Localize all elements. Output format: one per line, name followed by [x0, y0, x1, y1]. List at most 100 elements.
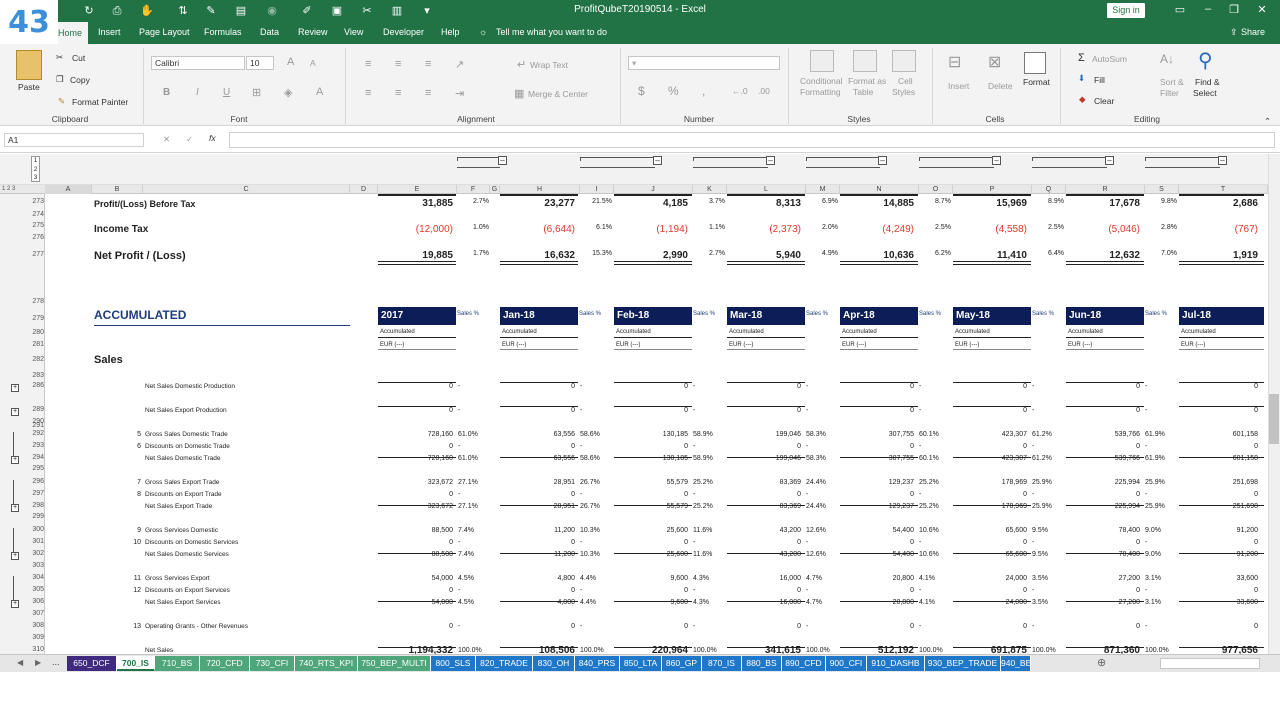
column-header[interactable]: D	[350, 185, 378, 194]
row-number[interactable]: 307	[25, 610, 44, 617]
sheet-tab[interactable]: 650_DCF	[67, 656, 117, 671]
collapse-group-icon[interactable]: –	[992, 156, 1001, 165]
wrap-text-button[interactable]: Wrap Text	[530, 60, 568, 70]
row-number[interactable]: 276	[25, 234, 44, 241]
decrease-decimal-icon[interactable]: .00	[758, 86, 770, 96]
cut-button[interactable]: Cut	[72, 53, 85, 63]
copy-button[interactable]: Copy	[70, 75, 90, 85]
expand-group-icon[interactable]: +	[11, 504, 19, 512]
fill-button[interactable]: Fill	[1094, 75, 1105, 85]
row-number[interactable]: 273	[25, 198, 44, 205]
paste-icon[interactable]	[16, 50, 42, 80]
font-name-select[interactable]: Calibri	[151, 56, 245, 70]
borders-icon[interactable]: ⊞	[252, 86, 261, 99]
prev-sheet-icon[interactable]: ◀	[17, 658, 23, 667]
format-painter-button[interactable]: Format Painter	[72, 97, 128, 107]
column-header[interactable]: R	[1066, 185, 1145, 194]
row-number[interactable]: 292	[25, 430, 44, 437]
column-header[interactable]: I	[580, 185, 614, 194]
insert-function-button[interactable]: fx	[209, 133, 216, 143]
column-header[interactable]: P	[953, 185, 1032, 194]
row-number[interactable]: 298	[25, 502, 44, 509]
tab-review[interactable]: Review	[298, 27, 328, 37]
merge-icon[interactable]: ▦	[514, 87, 524, 100]
form-icon[interactable]: ▤	[234, 4, 248, 18]
indent-icon[interactable]: ⇥	[455, 87, 464, 100]
expand-group-icon[interactable]: +	[11, 408, 19, 416]
conditional-formatting-icon[interactable]	[810, 50, 834, 72]
increase-decimal-icon[interactable]: ←.0	[732, 86, 748, 96]
shrink-font-icon[interactable]: A	[310, 58, 316, 68]
currency-button[interactable]: $	[638, 84, 645, 98]
cancel-icon[interactable]: ✕	[163, 134, 170, 145]
sheet-tab[interactable]: 750_BEP_MULTI	[358, 656, 431, 671]
find-select-button[interactable]: Find &	[1195, 77, 1220, 87]
align-top-icon[interactable]: ≡	[365, 58, 371, 70]
column-header[interactable]: B	[92, 185, 143, 194]
format-as-table-icon[interactable]	[853, 50, 877, 72]
tell-me-search[interactable]: Tell me what you want to do	[496, 27, 607, 37]
underline-button[interactable]: U	[223, 87, 230, 98]
row-number[interactable]: 280	[25, 329, 44, 336]
paste-icon[interactable]: ▥	[390, 4, 404, 18]
row-number[interactable]: 283	[25, 372, 44, 379]
clear-icon[interactable]: ◆	[1079, 94, 1086, 105]
row-number[interactable]: 294	[25, 454, 44, 461]
sheet-tab[interactable]: 940_BE	[1001, 656, 1031, 671]
expand-group-icon[interactable]: +	[11, 552, 19, 560]
scissors-icon[interactable]: ✂	[360, 4, 374, 18]
conditional-formatting-button[interactable]: Conditional	[800, 76, 843, 86]
column-header[interactable]: C	[143, 185, 350, 194]
tab-help[interactable]: Help	[441, 27, 460, 37]
column-header[interactable]: J	[614, 185, 693, 194]
insert-cells-icon[interactable]: ⊟	[948, 52, 961, 72]
column-header[interactable]: E	[378, 185, 457, 194]
formula-input[interactable]	[229, 132, 1275, 148]
collapse-group-icon[interactable]: –	[498, 156, 507, 165]
close-button[interactable]: ✕	[1252, 3, 1272, 19]
tab-insert[interactable]: Insert	[98, 27, 121, 37]
autosum-button[interactable]: AutoSum	[1092, 54, 1127, 64]
row-number[interactable]: 291	[25, 422, 44, 429]
next-sheet-icon[interactable]: ▶	[35, 658, 41, 667]
sign-in-button[interactable]: Sign in	[1107, 3, 1145, 18]
sheet-tab[interactable]: 740_RTS_KPI	[295, 656, 358, 671]
tab-page-layout[interactable]: Page Layout	[139, 27, 190, 37]
row-number[interactable]: 297	[25, 490, 44, 497]
collapse-group-icon[interactable]: –	[878, 156, 887, 165]
cut-icon[interactable]: ✂	[56, 52, 63, 63]
font-size-select[interactable]: 10	[246, 56, 274, 70]
row-number[interactable]: 305	[25, 586, 44, 593]
name-box[interactable]: A1	[4, 133, 144, 147]
row-number[interactable]: 300	[25, 526, 44, 533]
copy-icon[interactable]: ❐	[56, 74, 64, 85]
row-number[interactable]: 281	[25, 341, 44, 348]
sort-filter-icon[interactable]: A↓	[1160, 52, 1174, 66]
grow-font-icon[interactable]: A	[287, 56, 294, 68]
row-outline-levels[interactable]: 1 2 3	[2, 185, 30, 194]
sheet-tab[interactable]: 840_PRS	[575, 656, 620, 671]
sheet-tab[interactable]: 900_CFI	[826, 656, 867, 671]
collapse-ribbon-icon[interactable]: ⌃	[1264, 116, 1271, 127]
sheet-tab[interactable]: 930_BEP_TRADE	[925, 656, 1001, 671]
column-outline-levels[interactable]: 123	[31, 156, 40, 182]
worksheet-grid[interactable]: 123 – – – – – – – 1 2 3 ABCDEFGHIJKLMNOPQRST 2…	[0, 154, 1280, 654]
column-header[interactable]: A	[45, 185, 92, 194]
tab-formulas[interactable]: Formulas	[204, 27, 242, 37]
format-cells-button[interactable]: Format	[1023, 77, 1050, 87]
collapse-group-icon[interactable]: –	[1105, 156, 1114, 165]
comma-button[interactable]: ,	[702, 84, 705, 98]
row-number[interactable]: 308	[25, 622, 44, 629]
align-left-icon[interactable]: ≡	[365, 87, 371, 99]
delete-cells-icon[interactable]: ⊠	[988, 52, 1001, 72]
font-color-icon[interactable]: A	[316, 86, 323, 98]
column-header[interactable]: F	[457, 185, 490, 194]
column-header[interactable]: K	[693, 185, 727, 194]
row-number[interactable]: 293	[25, 442, 44, 449]
row-number[interactable]: 304	[25, 574, 44, 581]
more-sheets-button[interactable]: ...	[52, 657, 60, 667]
sheet-tab[interactable]: 800_SLS	[431, 656, 476, 671]
align-middle-icon[interactable]: ≡	[395, 58, 401, 70]
row-number[interactable]: 303	[25, 562, 44, 569]
collapse-group-icon[interactable]: –	[653, 156, 662, 165]
